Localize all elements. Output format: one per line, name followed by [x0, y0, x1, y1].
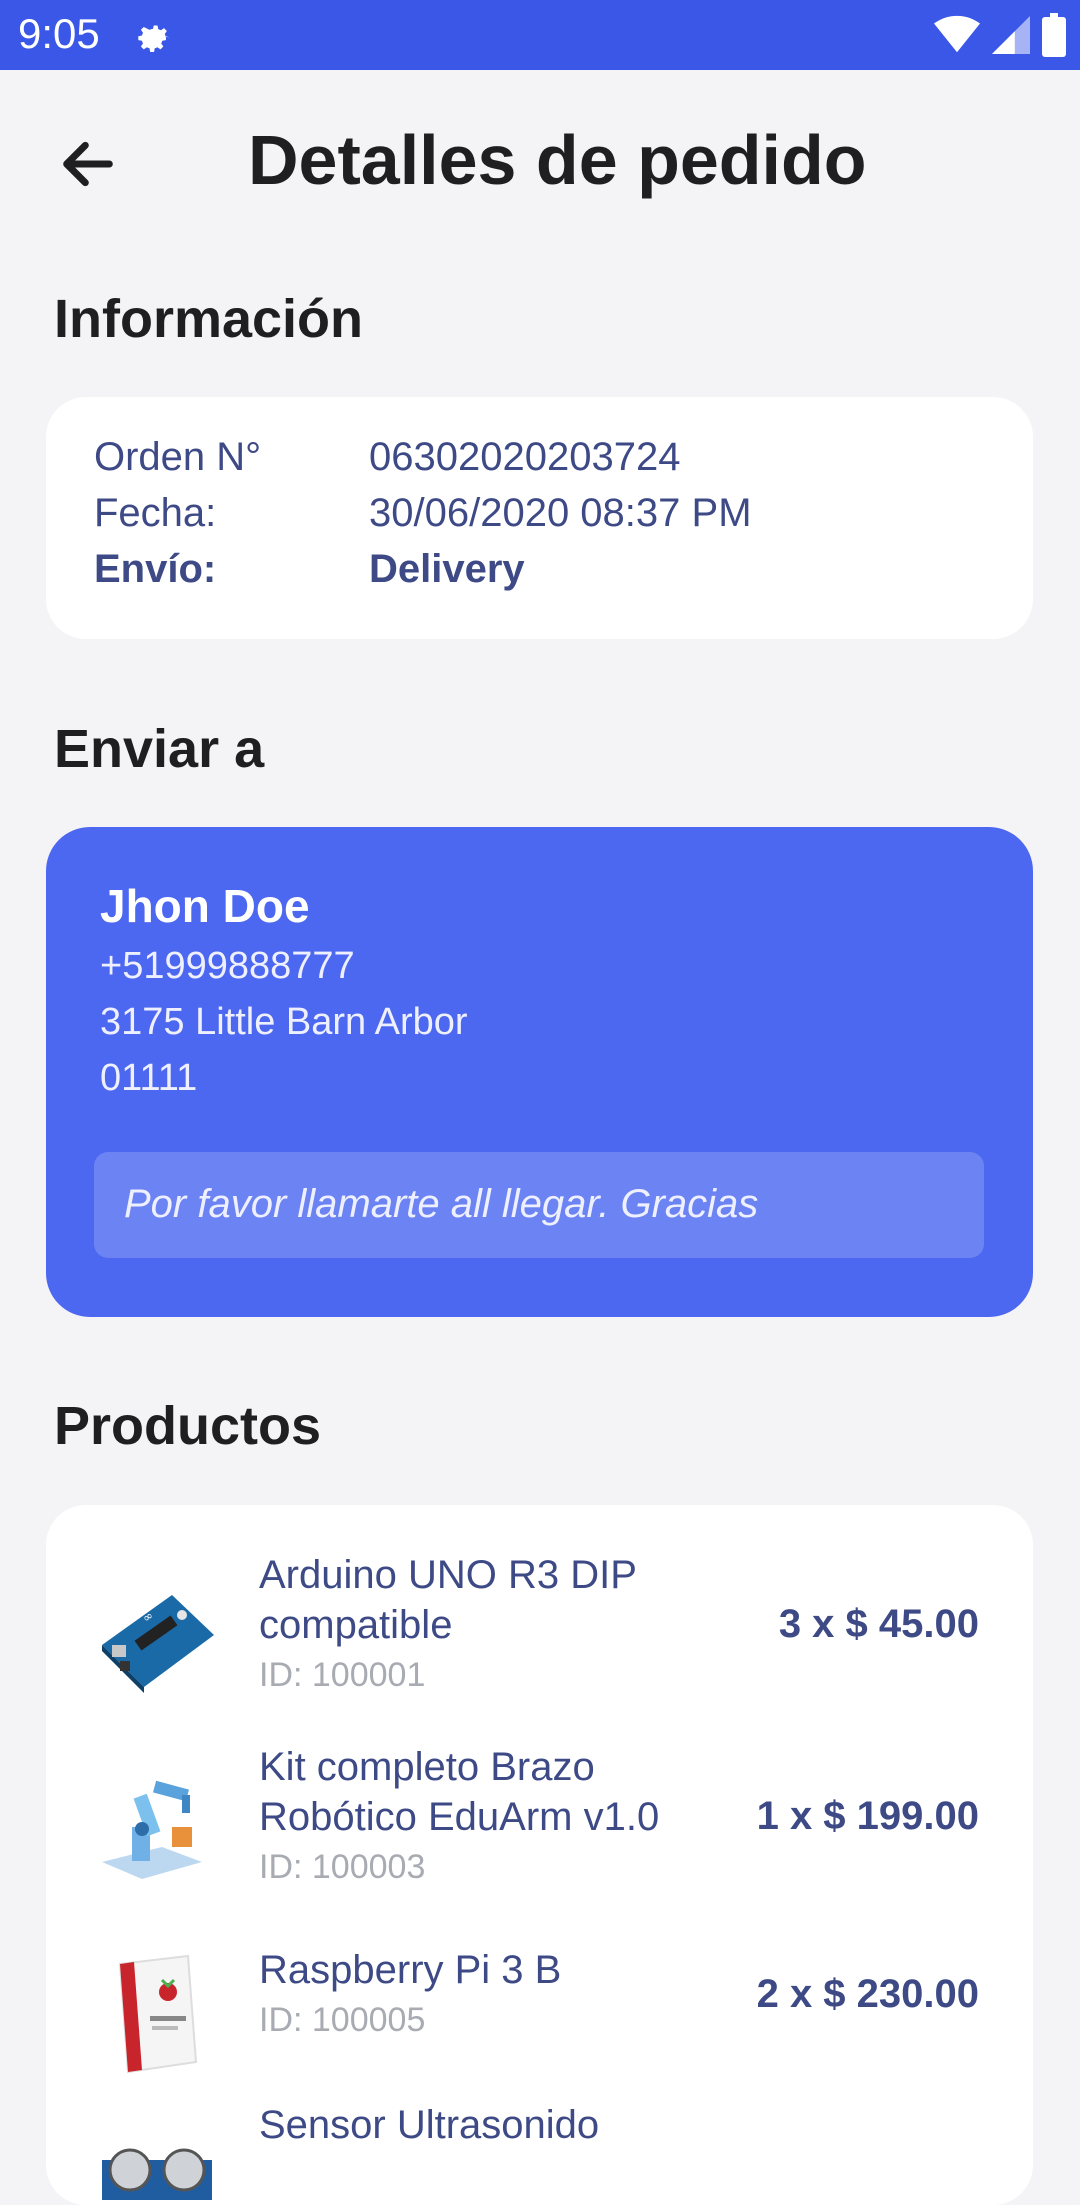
products-list: ∞ Arduino UNO R3 DIP compatible ID: 1000…	[46, 1505, 1033, 2205]
shipping-method-label: Envío:	[94, 547, 217, 591]
battery-icon	[1042, 13, 1066, 57]
product-price: 2 x $ 230.00	[756, 1972, 979, 2016]
recipient-phone: +51999888777	[100, 945, 355, 987]
recipient-address: 3175 Little Barn Arbor	[100, 1001, 468, 1043]
delivery-note-text: Por favor llamarte all llegar. Gracias	[124, 1182, 759, 1226]
date-label: Fecha:	[94, 491, 217, 535]
product-price: 1 x $ 199.00	[756, 1794, 979, 1838]
shipping-method-value: Delivery	[369, 547, 525, 591]
recipient-name: Jhon Doe	[100, 880, 310, 932]
product-name: Kit completo Brazo Robótico EduArm v1.0	[259, 1745, 660, 1839]
product-id: ID: 100005	[259, 2001, 426, 2039]
date-value: 30/06/2020 08:37 PM	[369, 491, 752, 535]
shipping-card: Jhon Doe +51999888777 3175 Little Barn A…	[46, 827, 1033, 1317]
arduino-board-icon: ∞	[102, 1595, 214, 1693]
delivery-note: Por favor llamarte all llegar. Gracias	[94, 1152, 984, 1258]
product-name: Arduino UNO R3 DIP compatible	[259, 1553, 637, 1647]
status-time: 9:05	[18, 10, 100, 57]
product-price: 3 x $ 45.00	[778, 1602, 979, 1646]
arrow-left-icon[interactable]	[56, 132, 120, 196]
page-title: Detalles de pedido	[248, 121, 867, 199]
robot-arm-icon	[102, 1780, 202, 1879]
raspberry-pi-box-icon	[118, 1954, 198, 2074]
info-section-title: Información	[54, 289, 364, 349]
product-id: ID: 100001	[259, 1656, 426, 1694]
product-name: Raspberry Pi 3 B	[259, 1948, 562, 1992]
signal-icon	[992, 16, 1030, 54]
gear-icon	[138, 25, 170, 52]
wifi-icon	[934, 15, 980, 53]
app-bar: Detalles de pedido	[0, 70, 1080, 255]
recipient-postal-code: 01111	[100, 1057, 198, 1099]
products-section-title: Productos	[54, 1396, 322, 1456]
info-card: Orden N° 06302020203724 Fecha: 30/06/202…	[46, 397, 1033, 639]
shipping-section-title: Enviar a	[54, 719, 265, 779]
status-bar: 9:05	[0, 0, 1080, 70]
product-id: ID: 100003	[259, 1848, 426, 1886]
order-number-value: 06302020203724	[369, 435, 681, 479]
product-name: Sensor Ultrasonido	[259, 2103, 600, 2147]
order-number-label: Orden N°	[94, 435, 262, 479]
ultrasonic-sensor-icon	[102, 2148, 212, 2200]
